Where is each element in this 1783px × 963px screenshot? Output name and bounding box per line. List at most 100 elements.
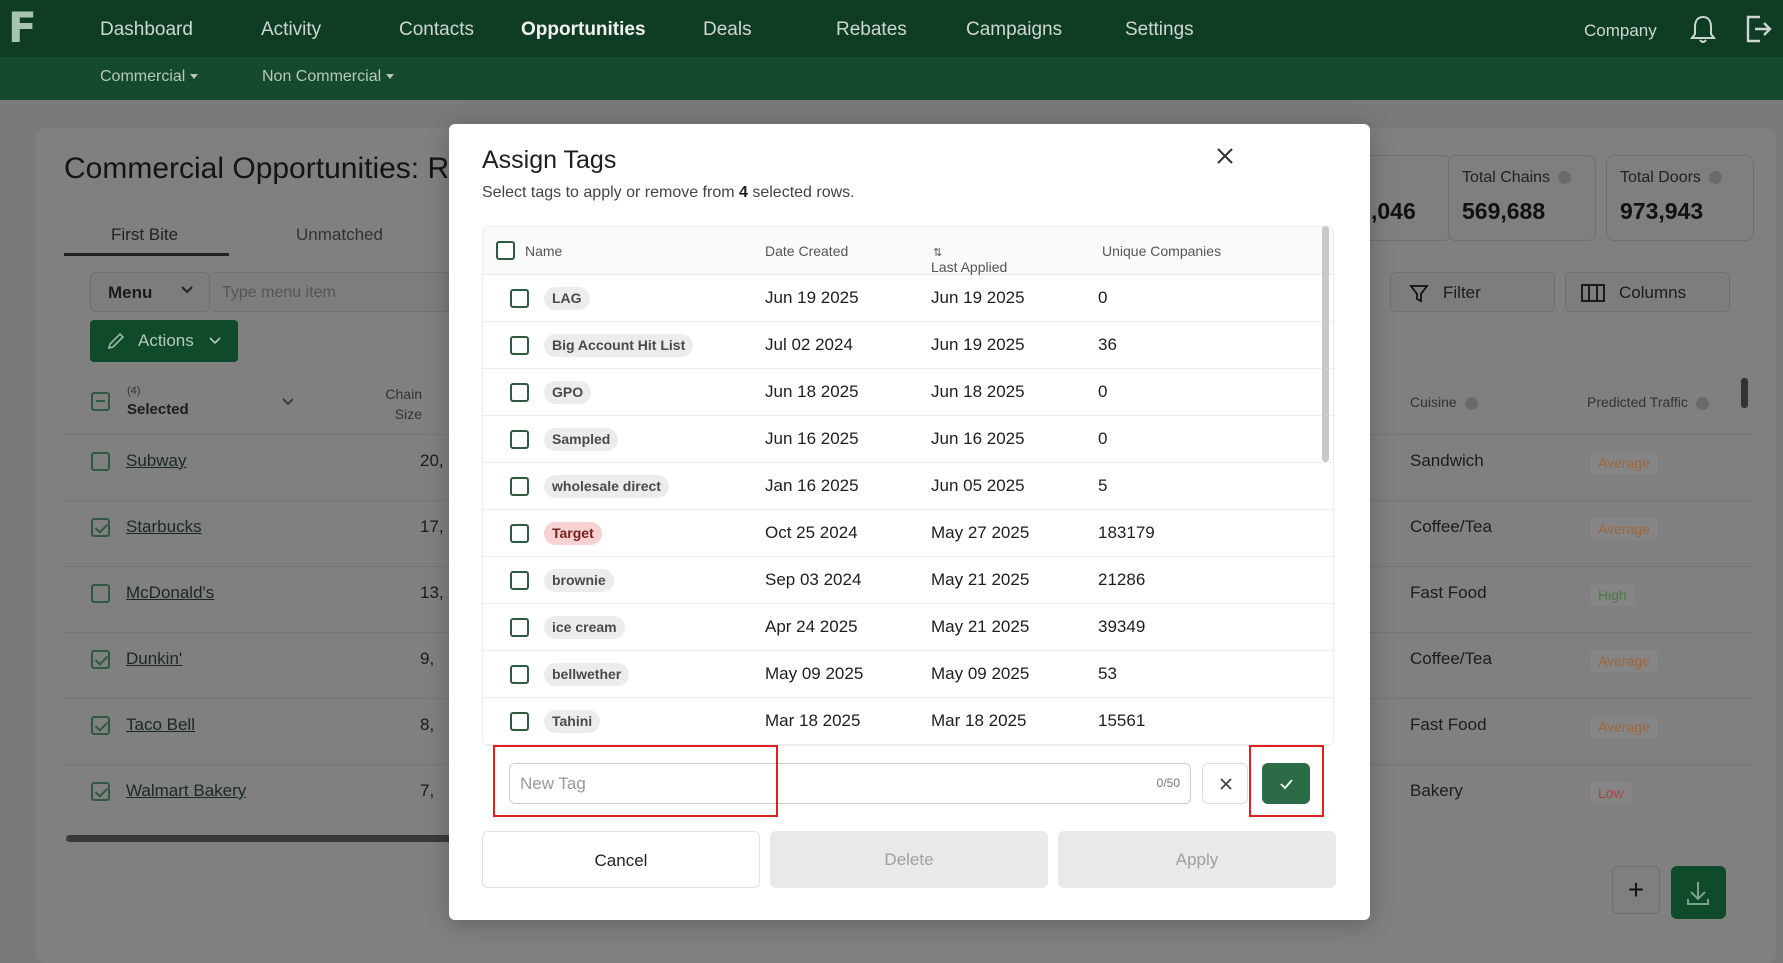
select-all-tags-checkbox[interactable] (496, 241, 515, 260)
apply-button[interactable]: Apply (1058, 831, 1336, 888)
sort-icon: ⇅ (933, 247, 943, 259)
info-icon (1464, 396, 1478, 410)
row-checkbox[interactable] (91, 518, 110, 537)
tag-checkbox[interactable] (510, 477, 529, 496)
tag-row[interactable]: Target Oct 25 2024 May 27 2025 183179 (483, 510, 1333, 557)
company-link[interactable]: Subway (126, 451, 186, 471)
row-checkbox[interactable] (91, 584, 110, 603)
cuisine-cell: Coffee/Tea (1410, 649, 1492, 668)
filter-icon (1409, 283, 1429, 308)
select-all-checkbox[interactable] (91, 392, 110, 411)
tag-checkbox[interactable] (510, 289, 529, 308)
tag-checkbox[interactable] (510, 336, 529, 355)
subnav-commercial[interactable]: Commercial (100, 68, 199, 86)
chain-size-cell: 13, (420, 583, 444, 602)
actions-button[interactable]: Actions (90, 320, 238, 362)
tags-scrollbar[interactable] (1322, 226, 1329, 462)
subnav-non-commercial-label: Non Commercial (262, 68, 382, 85)
tag-row[interactable]: Tahini Mar 18 2025 Mar 18 2025 15561 (483, 698, 1333, 745)
traffic-badge: Average (1590, 518, 1658, 540)
last-applied-cell: Jun 05 2025 (931, 476, 1025, 495)
horizontal-scrollbar[interactable] (66, 835, 456, 842)
chevron-down-icon (179, 281, 195, 302)
nav-activity[interactable]: Activity (261, 19, 321, 41)
column-header-name[interactable]: Name (525, 243, 562, 259)
tag-chip: ice cream (544, 616, 625, 639)
row-checkbox[interactable] (91, 650, 110, 669)
download-button[interactable] (1671, 866, 1726, 919)
tab-first-bite[interactable]: First Bite (111, 225, 178, 245)
last-applied-cell: Jun 16 2025 (931, 429, 1025, 448)
tag-checkbox[interactable] (510, 524, 529, 543)
tag-row[interactable]: GPO Jun 18 2025 Jun 18 2025 0 (483, 369, 1333, 416)
company-menu[interactable]: Company (1584, 21, 1657, 41)
tag-row[interactable]: bellwether May 09 2025 May 09 2025 53 (483, 651, 1333, 698)
clear-new-tag-button[interactable] (1202, 763, 1248, 804)
info-icon[interactable] (1708, 171, 1722, 185)
tag-checkbox[interactable] (510, 712, 529, 731)
close-icon[interactable] (1213, 144, 1237, 168)
add-button[interactable]: + (1612, 866, 1660, 914)
app-logo[interactable]: F (8, 6, 37, 50)
logout-icon[interactable] (1744, 14, 1772, 44)
row-checkbox[interactable] (91, 782, 110, 801)
tag-checkbox[interactable] (510, 618, 529, 637)
company-link[interactable]: Taco Bell (126, 715, 195, 735)
modal-subtitle: Select tags to apply or remove from 4 se… (482, 184, 855, 201)
nav-contacts[interactable]: Contacts (399, 19, 474, 41)
stat-label: Total Chains (1462, 169, 1572, 187)
tag-checkbox[interactable] (510, 430, 529, 449)
columns-button[interactable]: Columns (1565, 272, 1730, 312)
tag-row[interactable]: brownie Sep 03 2024 May 21 2025 21286 (483, 557, 1333, 604)
column-header-unique-companies[interactable]: Unique Companies (1102, 243, 1221, 259)
menu-search-input[interactable]: Type menu item (210, 272, 450, 312)
nav-deals[interactable]: Deals (703, 19, 752, 41)
delete-button[interactable]: Delete (770, 831, 1048, 888)
tag-row[interactable]: Sampled Jun 16 2025 Jun 16 2025 0 (483, 416, 1333, 463)
subnav-commercial-label: Commercial (100, 68, 186, 85)
tag-chip: Target (544, 522, 602, 545)
company-link[interactable]: McDonald's (126, 583, 214, 603)
company-link[interactable]: Walmart Bakery (126, 781, 246, 801)
tag-checkbox[interactable] (510, 383, 529, 402)
date-created-cell: Apr 24 2025 (765, 617, 858, 636)
predicted-traffic-header[interactable]: Predicted Traffic (1587, 394, 1709, 410)
page-title: Commercial Opportunities: R (64, 152, 450, 185)
info-icon[interactable] (1558, 171, 1572, 185)
tab-unmatched[interactable]: Unmatched (296, 225, 383, 245)
chevron-down-icon[interactable] (280, 393, 296, 414)
table-scrollbar[interactable] (1741, 378, 1748, 408)
chain-size-header[interactable]: Chain Size (382, 384, 422, 424)
tag-row[interactable]: ice cream Apr 24 2025 May 21 2025 39349 (483, 604, 1333, 651)
tag-checkbox[interactable] (510, 571, 529, 590)
cancel-button[interactable]: Cancel (482, 831, 760, 888)
tag-row[interactable]: wholesale direct Jan 16 2025 Jun 05 2025 5 (483, 463, 1333, 510)
column-header-last-applied[interactable]: Last Applied ⇅ (931, 243, 1007, 275)
chevron-down-icon (208, 333, 222, 352)
active-tab-indicator (64, 253, 229, 256)
modal-title: Assign Tags (482, 146, 617, 174)
subnav-non-commercial[interactable]: Non Commercial (262, 68, 395, 86)
menu-select[interactable]: Menu (90, 272, 210, 312)
cuisine-cell: Fast Food (1410, 715, 1487, 734)
tag-row[interactable]: Big Account Hit List Jul 02 2024 Jun 19 20… (483, 322, 1333, 369)
tag-checkbox[interactable] (510, 665, 529, 684)
filter-button[interactable]: Filter (1390, 272, 1555, 312)
last-applied-cell: May 21 2025 (931, 617, 1030, 636)
row-checkbox[interactable] (91, 452, 110, 471)
date-created-cell: Jan 16 2025 (765, 476, 859, 495)
nav-dashboard[interactable]: Dashboard (100, 19, 193, 41)
nav-opportunities[interactable]: Opportunities (521, 19, 646, 41)
row-checkbox[interactable] (91, 716, 110, 735)
column-header-date-created[interactable]: Date Created (765, 243, 848, 259)
nav-rebates[interactable]: Rebates (836, 19, 907, 41)
company-link[interactable]: Starbucks (126, 517, 202, 537)
cuisine-header[interactable]: Cuisine (1410, 394, 1478, 410)
stat-card-total-chains: Total Chains 569,688 (1448, 155, 1596, 241)
bell-icon[interactable] (1690, 14, 1716, 44)
nav-settings[interactable]: Settings (1125, 19, 1194, 41)
company-link[interactable]: Dunkin' (126, 649, 182, 669)
tag-row[interactable]: LAG Jun 19 2025 Jun 19 2025 0 (483, 275, 1333, 322)
nav-campaigns[interactable]: Campaigns (966, 19, 1062, 41)
unique-companies-cell: 39349 (1098, 617, 1146, 636)
